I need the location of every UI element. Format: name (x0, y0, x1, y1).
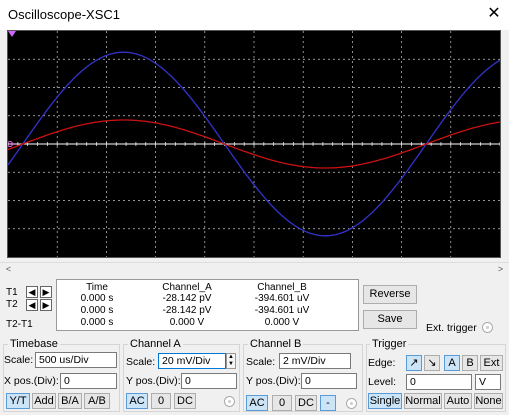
yt-mode-button[interactable]: Y/T (6, 393, 30, 409)
t1-channel-b: -394.601 uV (254, 293, 310, 304)
window-title: Oscilloscope-XSC1 (8, 7, 120, 22)
t1-time: 0.000 s (80, 293, 114, 304)
channel-a-zero-button[interactable]: 0 (151, 393, 171, 409)
trigger-level-input[interactable]: 0 (406, 374, 472, 390)
channel-a-radio[interactable] (224, 396, 235, 407)
scroll-right-icon[interactable]: > (494, 263, 507, 276)
timebase-label: Timebase (8, 338, 60, 350)
ba-mode-button[interactable]: B/A (58, 393, 82, 409)
channel-b-ypos-label: Y pos.(Div): (246, 375, 301, 387)
t2-t1-channel-b: 0.000 V (264, 317, 300, 328)
channel-a-label: Channel A (128, 338, 183, 350)
none-mode-button[interactable]: None (474, 393, 503, 409)
scope-plot (7, 31, 501, 257)
t2-right-arrow-icon[interactable]: ▶ (40, 299, 52, 311)
t2-time: 0.000 s (80, 305, 114, 316)
channel-b-zero-button[interactable]: 0 (272, 395, 292, 411)
title-bar: Oscilloscope-XSC1 ✕ (0, 0, 509, 30)
channel-b-ypos-input[interactable]: 0 (301, 373, 357, 389)
channel-a-dc-button[interactable]: DC (174, 393, 196, 409)
trigger-level-unit[interactable]: V (475, 374, 501, 390)
t1-right-arrow-icon[interactable]: ▶ (40, 286, 52, 298)
channel-a-scale-label: Scale: (126, 356, 156, 368)
horizontal-scrollbar[interactable]: < > (0, 262, 509, 275)
ext-trigger-radio[interactable] (482, 322, 493, 333)
channel-b-scale-label: Scale: (246, 356, 276, 368)
channel-b-invert-button[interactable]: - (320, 395, 336, 411)
reverse-button[interactable]: Reverse (363, 285, 417, 304)
t2-t1-time: 0.000 s (80, 317, 114, 328)
normal-mode-button[interactable]: Normal (404, 393, 442, 409)
channel-a-scale-spinner[interactable]: ▲ ▼ (226, 353, 236, 369)
t1-label: T1 (6, 287, 18, 298)
rising-edge-icon[interactable]: ↗ (406, 355, 422, 371)
falling-edge-icon[interactable]: ↘ (424, 355, 440, 371)
header-channel-a: Channel_A (162, 282, 212, 293)
trigger-source-ext-button[interactable]: Ext (480, 355, 503, 371)
add-mode-button[interactable]: Add (32, 393, 56, 409)
x-pos-input[interactable]: 0 (60, 373, 117, 389)
ab-mode-button[interactable]: A/B (84, 393, 110, 409)
x-pos-label: X pos.(Div): (4, 375, 59, 387)
t2-label: T2 (6, 299, 18, 310)
timebase-scale-label: Scale: (4, 354, 34, 366)
level-label: Level: (368, 376, 397, 388)
channel-a-ac-button[interactable]: AC (126, 393, 148, 409)
header-channel-b: Channel_B (257, 282, 307, 293)
edge-label: Edge: (368, 357, 396, 369)
scroll-left-icon[interactable]: < (2, 263, 15, 276)
channel-b-label: Channel B (248, 338, 304, 350)
header-time: Time (86, 282, 108, 293)
t1-channel-a: -28.142 pV (162, 293, 212, 304)
t1-left-arrow-icon[interactable]: ◀ (26, 286, 38, 298)
t2-channel-b: -394.601 uV (254, 305, 310, 316)
t2-left-arrow-icon[interactable]: ◀ (26, 299, 38, 311)
cursor-readout: Time Channel_A Channel_B 0.000 s -28.142… (56, 279, 359, 331)
trigger-label: Trigger (370, 338, 409, 350)
auto-mode-button[interactable]: Auto (444, 393, 472, 409)
single-mode-button[interactable]: Single (368, 393, 402, 409)
channel-a-scale-input[interactable]: 20 mV/Div (158, 353, 226, 369)
t2-t1-label: T2-T1 (6, 319, 33, 330)
trigger-source-a-button[interactable]: A (444, 355, 460, 371)
channel-b-dc-button[interactable]: DC (295, 395, 317, 411)
channel-b-ac-button[interactable]: AC (246, 395, 268, 411)
channel-a-ypos-label: Y pos.(Div): (126, 375, 181, 387)
ext-trigger-label: Ext. trigger (426, 322, 477, 334)
channel-b-radio[interactable] (346, 398, 357, 409)
channel-a-ypos-input[interactable]: 0 (181, 373, 237, 389)
t2-channel-a: -28.142 pV (162, 305, 212, 316)
t2-t1-channel-a: 0.000 V (169, 317, 205, 328)
oscilloscope-display (7, 30, 501, 258)
trigger-source-b-button[interactable]: B (462, 355, 478, 371)
close-icon[interactable]: ✕ (484, 4, 504, 24)
channel-b-scale-input[interactable]: 2 mV/Div (279, 353, 351, 369)
cursor-t1-marker[interactable] (8, 31, 16, 37)
timebase-scale-input[interactable]: 500 us/Div (35, 352, 117, 368)
save-button[interactable]: Save (363, 310, 417, 329)
